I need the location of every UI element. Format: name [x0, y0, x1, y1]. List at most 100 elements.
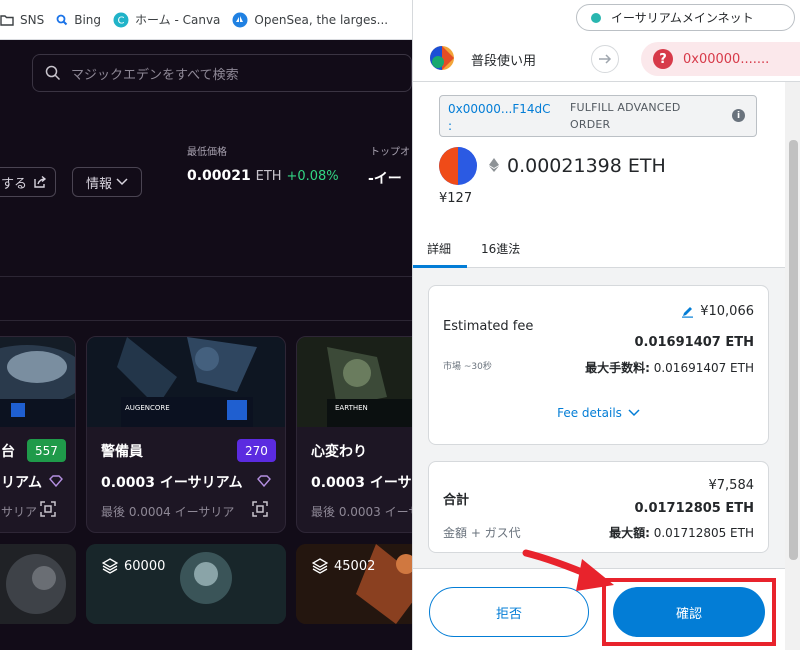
nft-image: [0, 544, 76, 624]
account-avatar: [430, 46, 454, 70]
nft-image: EARTHEN: [297, 337, 412, 427]
nft-last-sale: 最後 0.0004 イーサリア: [101, 505, 235, 519]
account-row: 普段使い用 ? 0x00000.......: [413, 36, 800, 82]
divider: [0, 276, 412, 277]
transaction-fiat: ¥127: [439, 191, 473, 206]
fee-details-label: Fee details: [557, 406, 622, 420]
token-logo: [439, 147, 477, 185]
add-to-cart-icon[interactable]: [39, 500, 57, 518]
transfer-arrow: [591, 45, 619, 73]
diamond-icon: [257, 475, 271, 487]
nft-image: [86, 544, 286, 624]
floor-price-number: 0.00021: [187, 168, 251, 184]
contract-interaction: 0x00000...F14dC : FULFILL ADVANCED ORDER…: [439, 95, 757, 137]
bookmark-label: SNS: [20, 12, 45, 27]
max-amount-value: 0.01712805 ETH: [653, 526, 754, 540]
max-fee: 最大手数料: 0.01691407 ETH: [585, 359, 754, 376]
transaction-amount: 0.00021398 ETH: [507, 155, 666, 177]
total-eth: 0.01712805 ETH: [634, 501, 754, 516]
nft-card[interactable]: EARTHEN 心変わり 0.0003 イーサ 最後 0.0003 イーサ: [296, 336, 412, 533]
contract-address-suffix: :: [448, 119, 453, 133]
fee-fiat-value: ¥10,066: [700, 304, 754, 319]
fee-fiat: ¥10,066: [681, 304, 754, 319]
detail-tabs: 詳細 16進法: [413, 230, 785, 268]
nft-name: 台: [1, 444, 15, 460]
total-fiat: ¥7,584: [708, 478, 755, 493]
marketplace-page: マジックエデンをすべて検索 する 情報 最低価格 0.00021 ETH +0.…: [0, 40, 412, 650]
share-button[interactable]: する: [0, 167, 56, 197]
edit-icon[interactable]: [681, 305, 694, 318]
recipient-value: 0x00000.......: [683, 51, 770, 67]
floor-price-value: 0.00021 ETH +0.08%: [187, 168, 339, 184]
search-icon: [56, 14, 68, 25]
fee-details-link[interactable]: Fee details: [429, 406, 768, 420]
total-card: 合計 ¥7,584 0.01712805 ETH 金額 + ガス代 最大額: 0…: [428, 461, 769, 553]
bookmark-sns[interactable]: SNS: [0, 6, 52, 34]
network-status-dot: [591, 12, 601, 23]
nft-price: 0.0003 イーサリアム: [101, 475, 243, 491]
chevron-down-icon: [116, 178, 128, 186]
bookmark-bing[interactable]: Bing: [52, 6, 109, 34]
floor-price-unit: ETH: [255, 169, 282, 184]
divider: [0, 320, 412, 321]
estimated-fee-card: Estimated fee ¥10,066 0.01691407 ETH 市場 …: [428, 285, 769, 445]
network-name: イーサリアムメインネット: [611, 11, 754, 25]
nft-card[interactable]: [0, 544, 76, 624]
contract-method: FULFILL ADVANCED ORDER: [570, 101, 681, 131]
annotation-highlight-box: [602, 578, 776, 646]
rank-badge: 557: [27, 439, 66, 462]
max-fee-label: 最大手数料:: [585, 361, 650, 375]
nft-card[interactable]: AUGENCORE 警備員 270 0.0003 イーサリアム 最後 0.000…: [86, 336, 286, 533]
nft-card[interactable]: 45002: [296, 544, 412, 624]
bookmark-label: OpenSea, the larges...: [254, 12, 389, 27]
info-icon[interactable]: i: [732, 109, 745, 122]
contract-address-value: 0x00000...F14dC: [448, 102, 551, 116]
annotation-arrow: [522, 549, 614, 591]
max-amount-label: 最大額:: [609, 526, 650, 540]
opensea-icon: [232, 12, 248, 27]
folder-icon: [0, 14, 14, 26]
total-sublabel: 金額 + ガス代: [443, 526, 521, 540]
bookmark-label: Bing: [74, 12, 102, 27]
total-label: 合計: [443, 493, 470, 508]
tab-hex[interactable]: 16進法: [481, 240, 520, 257]
bookmark-label: ホーム - Canva: [135, 13, 221, 27]
nft-image: [0, 337, 75, 427]
add-to-cart-icon[interactable]: [251, 500, 269, 518]
nft-price: リアム: [1, 475, 43, 491]
edition-count: 45002: [312, 558, 375, 574]
nft-price: 0.0003 イーサ: [311, 475, 412, 491]
nft-art-title: AUGENCORE: [125, 404, 170, 412]
nft-art-title: EARTHEN: [335, 404, 368, 412]
top-offer-value: -イー: [368, 171, 402, 187]
search-placeholder: マジックエデンをすべて検索: [71, 67, 239, 83]
tab-details[interactable]: 詳細: [427, 240, 451, 257]
nft-image: [296, 544, 412, 624]
max-amount: 最大額: 0.01712805 ETH: [609, 524, 754, 541]
fee-label: Estimated fee: [443, 319, 534, 334]
bookmark-canva[interactable]: C ホーム - Canva: [109, 6, 228, 34]
account-name[interactable]: 普段使い用: [471, 50, 536, 69]
contract-address[interactable]: 0x00000...F14dC :: [448, 101, 566, 135]
search-input[interactable]: マジックエデンをすべて検索: [32, 54, 412, 92]
svg-text:C: C: [118, 15, 125, 26]
nft-card[interactable]: 台 557 リアム サリア: [0, 336, 76, 533]
edition-count: 60000: [102, 558, 165, 574]
nft-name: 心変わり: [311, 444, 367, 460]
layers-icon: [312, 558, 328, 574]
network-selector[interactable]: イーサリアムメインネット: [576, 4, 795, 31]
max-fee-value: 0.01691407 ETH: [653, 361, 754, 375]
search-icon: [45, 65, 61, 81]
recipient-address[interactable]: ? 0x00000.......: [641, 42, 800, 76]
share-label: する: [0, 176, 27, 192]
bookmark-opensea[interactable]: OpenSea, the larges...: [228, 6, 396, 34]
canva-icon: C: [113, 12, 129, 27]
nft-last-sale: 最後 0.0003 イーサ: [311, 505, 412, 519]
fee-timing: 市場 ~30秒: [443, 362, 492, 372]
floor-price-label: 最低価格: [187, 147, 227, 158]
nft-card[interactable]: 60000: [86, 544, 286, 624]
nft-image: AUGENCORE: [87, 337, 285, 427]
nft-last-sale: サリア: [1, 505, 38, 519]
info-dropdown[interactable]: 情報: [72, 167, 142, 197]
scrollbar-thumb[interactable]: [789, 140, 798, 560]
